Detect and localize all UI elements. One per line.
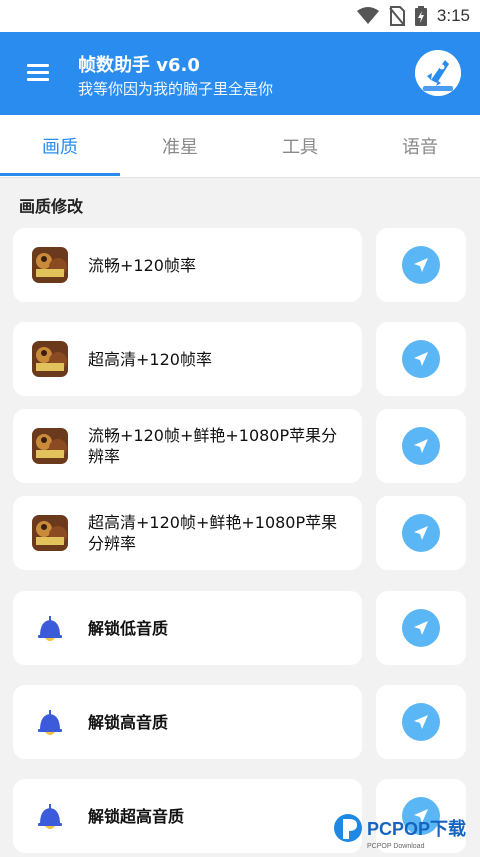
- game-avatar-icon: [32, 428, 68, 464]
- watermark-text: PCPOP下载: [367, 818, 466, 839]
- game-avatar-icon: [32, 515, 68, 551]
- row-label: 解锁高音质: [88, 712, 169, 732]
- watermark-subtext: PCPOP Download: [367, 843, 425, 850]
- list-item[interactable]: 流畅+120帧+鲜艳+1080P苹果分辨率: [13, 409, 362, 483]
- watermark: PCPOP下载 PCPOP Download: [333, 808, 480, 853]
- send-button[interactable]: [402, 703, 440, 741]
- game-avatar-icon: [32, 247, 68, 283]
- bell-icon: [32, 798, 68, 834]
- tab-tools[interactable]: 工具: [240, 115, 360, 177]
- battery-charging-icon: [414, 6, 427, 26]
- menu-icon[interactable]: [27, 64, 49, 82]
- status-time: 3:15: [436, 6, 470, 25]
- row-label: 流畅+120帧率: [88, 255, 196, 275]
- send-icon: [414, 621, 428, 635]
- tab-quality[interactable]: 画质: [0, 115, 120, 177]
- row-label: 超高清+120帧+鲜艳+1080P苹果分辨率: [88, 513, 338, 553]
- list-item[interactable]: 解锁低音质: [13, 591, 362, 665]
- bell-icon: [32, 704, 68, 740]
- send-button[interactable]: [402, 427, 440, 465]
- status-bar: 3:15: [0, 0, 480, 32]
- app-title: 帧数助手 v6.0: [78, 55, 200, 76]
- apply-card: [376, 409, 466, 483]
- apply-card: [376, 685, 466, 759]
- list-item[interactable]: 超高清+120帧+鲜艳+1080P苹果分辨率: [13, 496, 362, 570]
- section-title: 画质修改: [19, 197, 84, 216]
- send-icon: [414, 526, 428, 540]
- send-icon: [414, 715, 428, 729]
- apply-card: [376, 496, 466, 570]
- wifi-icon: [356, 7, 379, 24]
- bell-icon: [32, 610, 68, 646]
- send-icon: [414, 439, 428, 453]
- tab-crosshair[interactable]: 准星: [120, 115, 240, 177]
- send-button[interactable]: [402, 340, 440, 378]
- rocket-logo-icon: [415, 50, 461, 96]
- no-sim-icon: [389, 6, 405, 26]
- app-bar: 帧数助手 v6.0 我等你因为我的脑子里全是你: [0, 32, 480, 115]
- game-avatar-icon: [32, 341, 68, 377]
- apply-card: [376, 591, 466, 665]
- status-icons: 3:15: [356, 0, 470, 32]
- apply-card: [376, 228, 466, 302]
- tab-bar: 画质 准星 工具 语音: [0, 115, 480, 178]
- list-item[interactable]: 流畅+120帧率: [13, 228, 362, 302]
- list-item[interactable]: 解锁高音质: [13, 685, 362, 759]
- row-label: 超高清+120帧率: [88, 349, 212, 369]
- tab-voice[interactable]: 语音: [360, 115, 480, 177]
- apply-card: [376, 322, 466, 396]
- list-item[interactable]: 解锁超高音质: [13, 779, 362, 853]
- send-icon: [414, 352, 428, 366]
- send-button[interactable]: [402, 514, 440, 552]
- tab-indicator: [0, 173, 120, 176]
- send-icon: [414, 258, 428, 272]
- send-button[interactable]: [402, 246, 440, 284]
- row-label: 解锁低音质: [88, 618, 169, 638]
- row-label: 流畅+120帧+鲜艳+1080P苹果分辨率: [88, 426, 338, 466]
- row-label: 解锁超高音质: [88, 806, 185, 826]
- app-subtitle: 我等你因为我的脑子里全是你: [78, 80, 274, 98]
- app-logo[interactable]: [415, 50, 461, 96]
- list-item[interactable]: 超高清+120帧率: [13, 322, 362, 396]
- send-button[interactable]: [402, 609, 440, 647]
